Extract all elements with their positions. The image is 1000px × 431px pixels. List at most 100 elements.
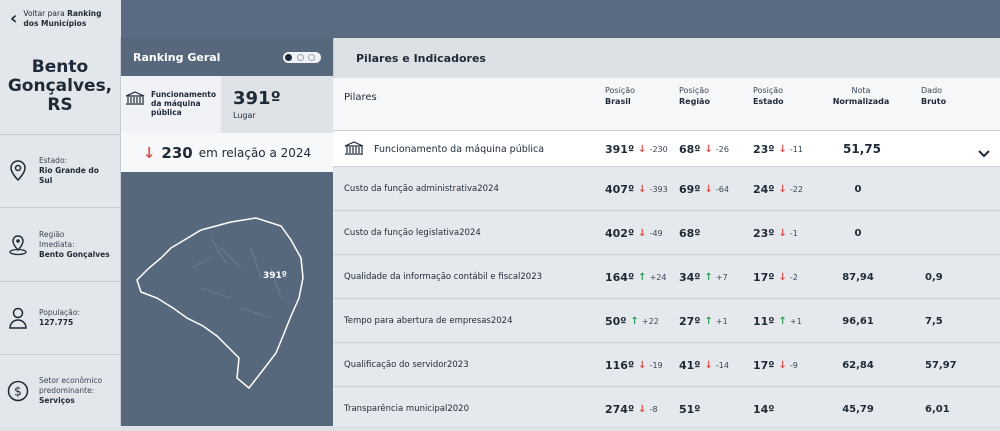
delta-value: -393 <box>649 184 668 194</box>
indicator-label-cell: Custo da função legislativa 2024 <box>344 211 481 255</box>
nota-value: 0 <box>854 183 862 195</box>
pos-brasil-delta: ↑ +24 <box>638 272 666 283</box>
info-region: Região Imediata: Bento Gonçalves <box>0 208 120 282</box>
sector-value: Serviços <box>39 395 75 405</box>
pos-regiao-delta: ↓ -14 <box>705 360 729 371</box>
pos-estado-value: 23º <box>753 142 775 156</box>
pos-brasil-value: 50º <box>605 314 627 328</box>
state-value-2: Sul <box>39 176 53 185</box>
indicator-year: 2023 <box>446 360 469 370</box>
indicator-year: 2020 <box>447 404 469 414</box>
indicator-row[interactable]: Transparência municipal 2020 274º ↓ -8 51º 14º… <box>333 386 1000 430</box>
pos-brasil-value: 274º <box>605 402 635 416</box>
government-building-icon <box>344 140 364 158</box>
toggle-option <box>297 53 304 61</box>
indicator-label-cell: Qualidade da informação contábil e fisca… <box>344 255 542 299</box>
delta-value: -22 <box>789 184 803 194</box>
col-dado: Dado Bruto <box>921 85 946 107</box>
pillars-title: Pilares e Indicadores <box>356 51 486 65</box>
indicator-year: 2024 <box>459 228 481 238</box>
arrow-down-icon: ↓ <box>704 359 713 371</box>
back-to-ranking-link[interactable]: ‹ Voltar para Ranking dos Municípios <box>0 0 121 38</box>
col-regiao-1: Posição <box>679 86 710 95</box>
top-bar <box>0 0 1000 38</box>
pos-brasil: 164º ↑ +24 <box>605 255 666 299</box>
pos-regiao-delta: ↓ -64 <box>705 184 729 195</box>
pos-estado-value: 11º <box>753 314 775 328</box>
pos-estado: 14º <box>753 387 775 431</box>
delta-value: +24 <box>649 272 667 282</box>
toggle-knob <box>285 53 292 61</box>
delta-value: -64 <box>715 184 729 194</box>
pillar-label-3: pública <box>151 108 182 117</box>
pos-brasil: 274º ↓ -8 <box>605 387 658 431</box>
ranking-header: Ranking Geral <box>121 38 333 76</box>
pos-estado-delta: ↓ -11 <box>779 144 803 155</box>
col-brasil-1: Posição <box>605 86 636 95</box>
indicator-name: Custo da função administrativa <box>344 184 478 194</box>
dado-value: 7,5 <box>925 315 943 327</box>
region-label-2: Imediata: <box>39 239 75 249</box>
pos-regiao-value: 27º <box>679 314 701 328</box>
pillars-panel: Pilares e Indicadores Pilares Posição Bra… <box>333 38 1000 426</box>
col-nota-2: Normalizada <box>832 97 890 106</box>
population-text: População: 127.775 <box>39 308 80 328</box>
indicator-label-cell: Custo da função administrativa 2024 <box>344 167 499 211</box>
sector-label-2: predominante: <box>39 385 95 395</box>
pillar-row[interactable]: Funcionamento da máquina pública 391º ↓ -23… <box>333 130 1000 166</box>
pos-estado: 11º ↑ +1 <box>753 299 802 343</box>
col-nota: Nota Normalizada <box>831 85 891 107</box>
col-dado-2: Bruto <box>921 97 947 106</box>
pillar-name: Funcionamento da máquina pública <box>374 143 545 155</box>
indicator-row[interactable]: Qualidade da informação contábil e fisca… <box>333 254 1000 298</box>
pos-brasil-value: 407º <box>605 182 635 196</box>
delta-value: +7 <box>715 272 728 282</box>
city-name-line2: Gonçalves, <box>7 75 113 96</box>
pos-estado-value: 14º <box>753 402 775 416</box>
region-text: Região Imediata: Bento Gonçalves <box>39 230 110 260</box>
delta-value: +1 <box>715 316 728 326</box>
arrow-up-icon: ↑ <box>630 315 639 327</box>
pos-regiao: 69º ↓ -64 <box>679 167 729 211</box>
pos-brasil: 391º ↓ -230 <box>605 131 668 167</box>
chevron-left-icon: ‹ <box>10 8 18 29</box>
arrow-down-icon: ↓ <box>638 359 647 371</box>
arrow-up-icon: ↑ <box>704 315 713 327</box>
dado-value: 0,9 <box>925 271 943 283</box>
pos-estado: 17º ↓ -9 <box>753 343 798 387</box>
chevron-down-icon[interactable] <box>978 143 990 162</box>
pos-brasil-value: 391º <box>605 142 635 156</box>
pos-brasil-delta: ↓ -230 <box>638 144 668 155</box>
nota-value: 0 <box>854 227 862 239</box>
delta-value: -9 <box>789 360 798 370</box>
back-text-bold: Ranking <box>67 9 102 18</box>
pos-brasil: 402º ↓ -49 <box>605 211 663 255</box>
pos-regiao: 41º ↓ -14 <box>679 343 729 387</box>
pos-regiao-delta: ↑ +7 <box>705 272 728 283</box>
city-name-line3: RS <box>47 94 73 115</box>
pos-estado: 17º ↓ -2 <box>753 255 798 299</box>
arrow-down-icon: ↓ <box>638 143 647 155</box>
col-estado-2: Estado <box>753 97 784 106</box>
pos-brasil-value: 116º <box>605 358 635 372</box>
view-toggle[interactable] <box>283 51 321 63</box>
pos-estado: 23º ↓ -1 <box>753 211 798 255</box>
col-dado-1: Dado <box>921 86 943 95</box>
person-icon <box>7 307 29 329</box>
indicator-row[interactable]: Tempo para abertura de empresas 2024 50º ↑ +… <box>333 298 1000 342</box>
pos-brasil-delta: ↑ +22 <box>631 316 659 327</box>
pos-regiao-delta: ↓ -26 <box>705 144 729 155</box>
indicator-row[interactable]: Custo da função legislativa 2024 402º ↓ -49 6… <box>333 210 1000 254</box>
indicator-row[interactable]: Qualificação do servidor 2023 116º ↓ -19 41º ↓… <box>333 342 1000 386</box>
arrow-down-icon: ↓ <box>704 143 713 155</box>
back-text-2: dos Municípios <box>23 19 87 28</box>
delta-value: -14 <box>715 360 729 370</box>
nota-value: 62,84 <box>842 359 874 371</box>
info-population: População: 127.775 <box>0 282 120 355</box>
indicator-row[interactable]: Custo da função administrativa 2024 407º ↓ -… <box>333 166 1000 210</box>
state-value-1: Rio Grande do <box>39 166 99 175</box>
col-regiao-2: Região <box>679 97 710 106</box>
map-pin-icon <box>7 160 29 182</box>
delta-value: +22 <box>641 316 659 326</box>
pos-estado-delta: ↓ -9 <box>779 360 798 371</box>
